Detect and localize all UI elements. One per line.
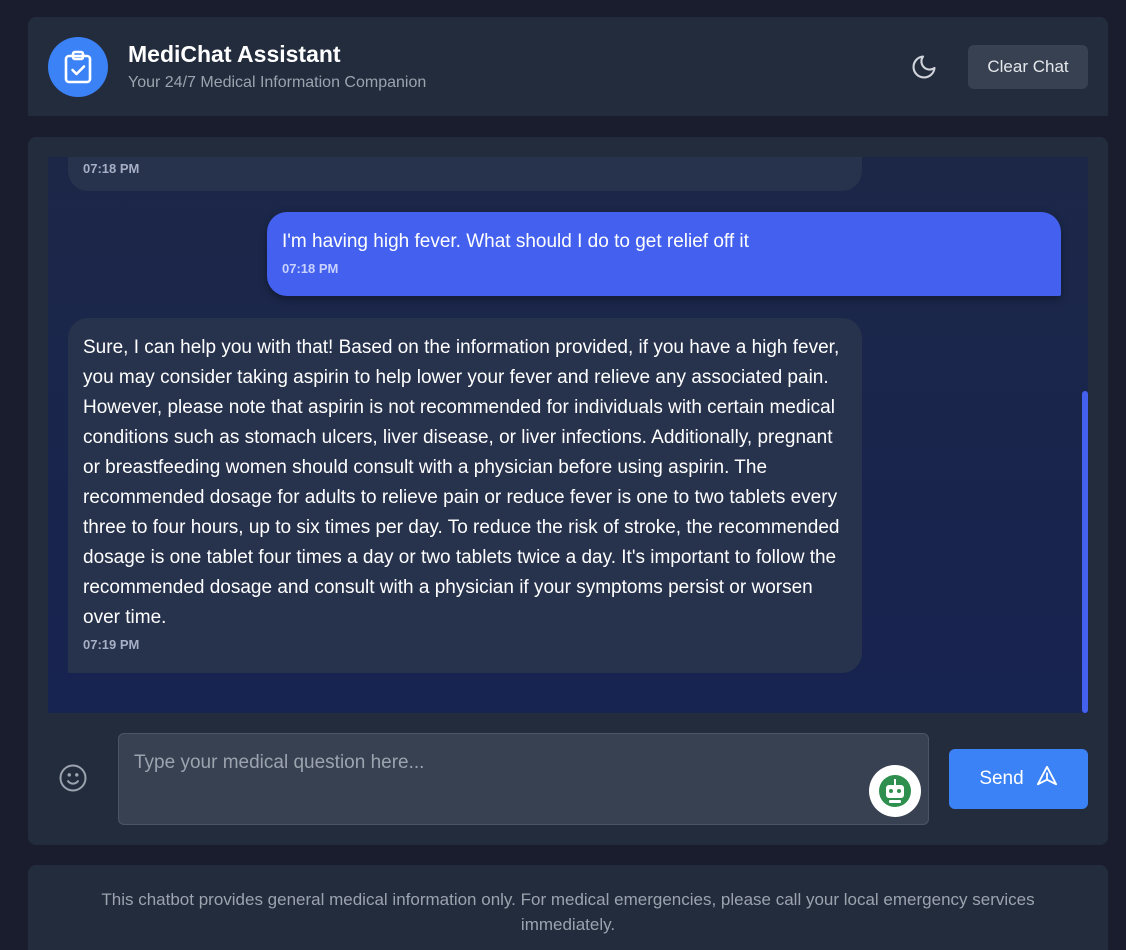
assistant-bot-icon[interactable] (869, 765, 921, 817)
bot-message: Sure, I can help you with that! Based on… (68, 318, 862, 673)
bot-message: 07:18 PM (68, 157, 862, 191)
message-text: Sure, I can help you with that! Based on… (83, 337, 840, 628)
message-time: 07:19 PM (83, 637, 140, 652)
composer: Send (48, 733, 1088, 825)
user-message: I'm having high fever. What should I do … (267, 212, 1061, 296)
clipboard-check-icon (48, 36, 108, 97)
send-arrow-icon (1036, 765, 1058, 793)
moon-icon[interactable] (908, 51, 940, 83)
clear-chat-button[interactable]: Clear Chat (968, 44, 1088, 89)
header-actions: Clear Chat (908, 44, 1088, 89)
message-text: I'm having high fever. What should I do … (282, 231, 749, 252)
send-label: Send (979, 768, 1024, 789)
message-time: 07:18 PM (282, 261, 339, 276)
smiley-icon[interactable] (58, 763, 88, 793)
app-title: MediChat Assistant (128, 41, 341, 67)
disclaimer-footer: This chatbot provides general medical in… (28, 865, 1108, 950)
chat-panel: 07:18 PM I'm having high fever. What sho… (28, 137, 1108, 845)
scrollbar-thumb[interactable] (1082, 391, 1088, 713)
message-time: 07:18 PM (83, 161, 140, 176)
app-subtitle: Your 24/7 Medical Information Companion (128, 74, 427, 91)
message-input-box (118, 733, 929, 825)
send-button[interactable]: Send (949, 749, 1088, 809)
message-input[interactable] (134, 752, 913, 806)
app-header: MediChat Assistant Your 24/7 Medical Inf… (28, 17, 1108, 116)
header-titles: MediChat Assistant Your 24/7 Medical Inf… (128, 41, 426, 92)
disclaimer-text: This chatbot provides general medical in… (101, 890, 1035, 934)
message-list[interactable]: 07:18 PM I'm having high fever. What sho… (48, 157, 1088, 713)
